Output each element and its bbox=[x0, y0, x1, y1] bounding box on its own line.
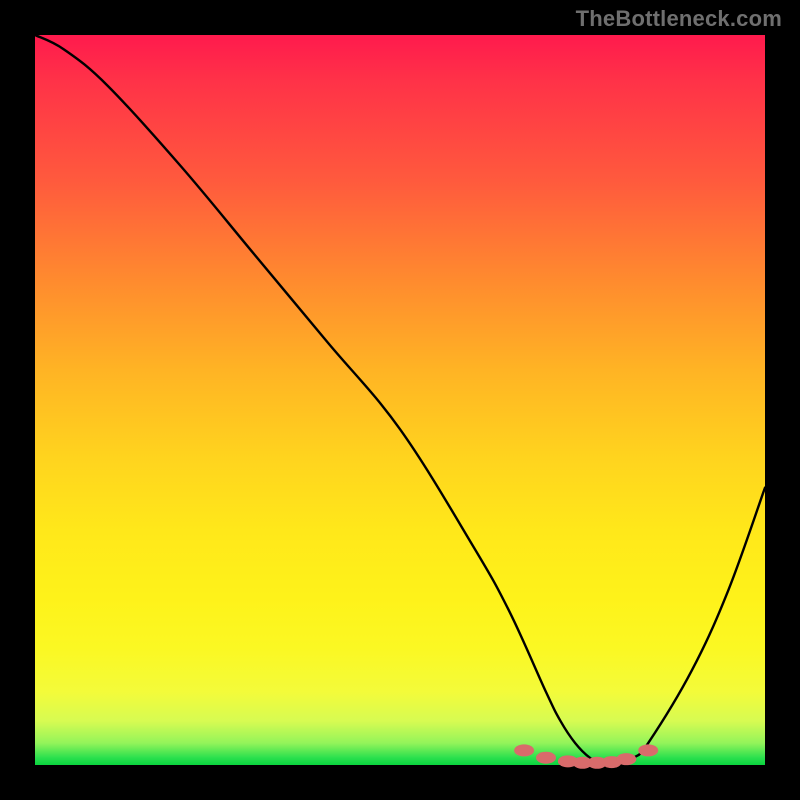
chart-frame: TheBottleneck.com bbox=[0, 0, 800, 800]
curve-layer bbox=[35, 35, 765, 765]
highlight-dot bbox=[638, 744, 658, 756]
plot-area bbox=[35, 35, 765, 765]
highlight-dot bbox=[616, 753, 636, 765]
highlight-dot bbox=[514, 744, 534, 756]
highlight-dot bbox=[536, 752, 556, 764]
watermark-text: TheBottleneck.com bbox=[576, 6, 782, 32]
bottleneck-curve bbox=[35, 35, 765, 766]
